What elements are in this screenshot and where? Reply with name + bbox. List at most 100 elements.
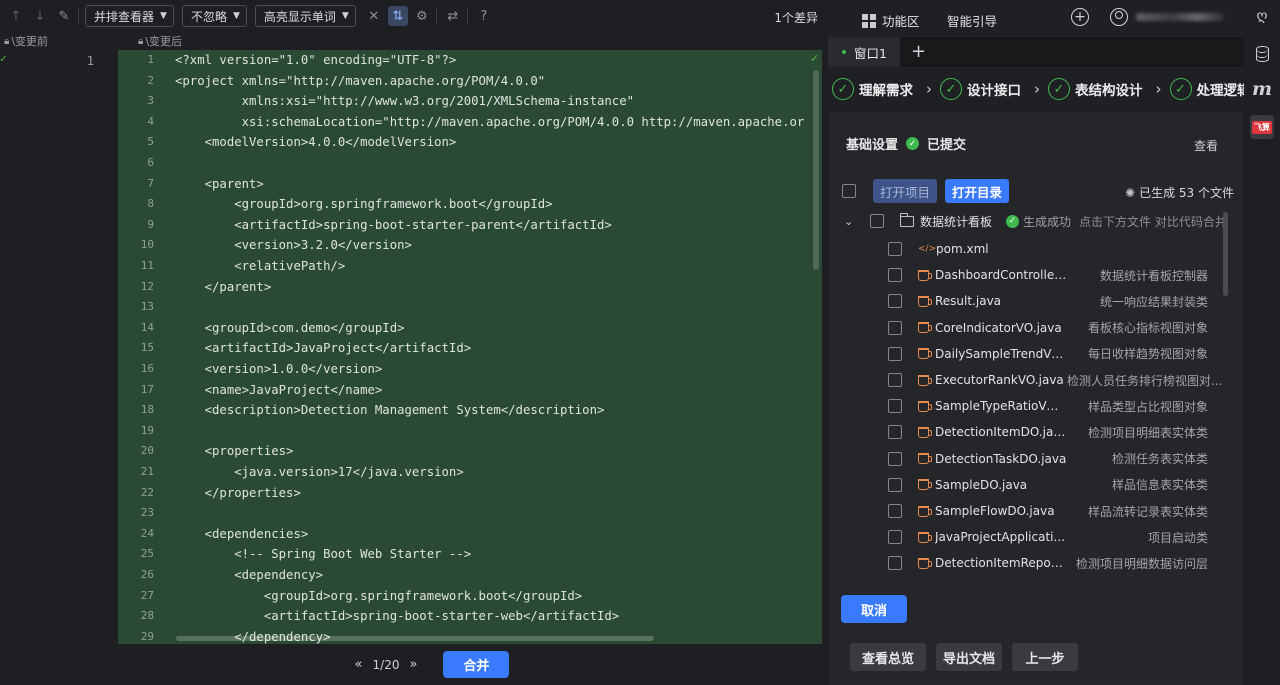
chevron-down-icon[interactable]: ⌄	[844, 215, 862, 228]
chat-icon[interactable]: ღ	[1252, 6, 1272, 26]
nav-func-area[interactable]: 功能区	[862, 11, 920, 30]
check-icon: ✓	[810, 52, 820, 65]
swap-icon[interactable]: ⇄	[443, 6, 463, 26]
file-name: pom.xml	[936, 242, 989, 256]
m-logo-icon[interactable]: m	[1252, 78, 1272, 100]
file-row[interactable]: Result.java 统一响应结果封装类	[888, 289, 1208, 313]
open-directory-button[interactable]: 打开目录	[945, 179, 1009, 203]
line-number: 16	[140, 362, 154, 375]
code-line: 13	[118, 297, 822, 318]
java-file-icon	[918, 531, 932, 543]
file-row[interactable]: CoreIndicatorVO.java 看板核心指标视图对象	[888, 316, 1208, 340]
previous-diff-icon[interactable]: «	[355, 657, 363, 672]
file-checkbox[interactable]	[888, 504, 902, 518]
open-project-button[interactable]: 打开项目	[873, 179, 937, 203]
pencil-icon[interactable]: ✎	[54, 6, 74, 26]
file-description: 统一响应结果封装类	[1099, 294, 1208, 309]
file-row[interactable]: SampleTypeRatioVO.ja... 样品类型占比视图对象	[888, 394, 1208, 418]
folder-checkbox[interactable]	[870, 214, 884, 228]
collapse-icon[interactable]: ✕	[364, 6, 384, 26]
after-label: \变更后	[145, 35, 183, 48]
file-checkbox[interactable]	[888, 556, 902, 571]
toolbar-divider	[78, 7, 79, 25]
file-description: 检测项目明细数据访问层	[1075, 556, 1208, 571]
file-row[interactable]: DashboardController.... 数据统计看板控制器	[888, 263, 1208, 287]
file-row[interactable]: DetectionItemReposit... 检测项目明细数据访问层	[888, 551, 1208, 575]
generated-count-label: 已生成 53 个文件	[1139, 186, 1234, 200]
step-understand[interactable]: ✓ 理解需求 ›	[832, 78, 936, 100]
overview-button[interactable]: 查看总览	[850, 643, 926, 671]
line-number: 10	[140, 238, 154, 252]
database-icon[interactable]	[1252, 44, 1272, 64]
step-label: 表结构设计	[1075, 83, 1143, 99]
line-number: 21	[140, 465, 154, 478]
export-doc-button[interactable]: 导出文档	[936, 643, 1002, 671]
code-line: 27 <groupId>org.springframework.boot</gr…	[118, 586, 822, 607]
toolbar-divider	[435, 7, 437, 25]
file-checkbox[interactable]	[888, 268, 902, 283]
diff-count: 1个差异	[774, 11, 818, 25]
file-checkbox[interactable]	[888, 425, 902, 440]
file-checkbox[interactable]	[888, 451, 902, 466]
java-file-icon	[918, 453, 932, 465]
highlight-select[interactable]: 高亮显示单词 ▼	[254, 5, 356, 27]
feisuan-icon[interactable]: 飞算	[1250, 115, 1274, 139]
sync-scroll-icon[interactable]: ⇅	[387, 6, 408, 26]
file-checkbox[interactable]	[888, 294, 902, 309]
line-number: 11	[140, 259, 154, 272]
step-label: 理解需求	[859, 83, 913, 99]
user-icon[interactable]	[1110, 8, 1128, 26]
step-design-api[interactable]: ✓ 设计接口 ›	[940, 78, 1044, 100]
ignore-select[interactable]: 不忽略 ▼	[181, 5, 247, 27]
file-checkbox[interactable]	[888, 530, 902, 545]
merge-button[interactable]: 合并	[443, 651, 510, 678]
file-row[interactable]: DetectionTaskDO.java 检测任务表实体类	[888, 447, 1208, 471]
arrow-up-icon[interactable]: ↑	[6, 6, 26, 26]
file-row[interactable]: JavaProjectApplicati... 项目启动类	[888, 525, 1208, 549]
line-number: 26	[140, 568, 154, 581]
file-row[interactable]: SampleFlowDO.java 样品流转记录表实体类	[888, 499, 1208, 523]
file-row[interactable]: </> pom.xml	[888, 237, 1208, 261]
add-tab-icon[interactable]: +	[911, 41, 926, 62]
viewer-select[interactable]: 并排查看器 ▼	[85, 5, 174, 27]
code-line: 14 <groupId>com.demo</groupId>	[118, 318, 822, 339]
file-checkbox[interactable]	[888, 477, 902, 492]
file-row[interactable]: ExecutorRankVO.java 检测人员任务排行榜视图对...	[888, 368, 1222, 392]
file-row[interactable]: SampleDO.java 样品信息表实体类	[888, 473, 1208, 497]
code-text: <properties>	[175, 444, 294, 459]
file-checkbox[interactable]	[888, 373, 902, 387]
tab-window-1[interactable]: 窗口1	[828, 37, 900, 67]
code-line: 2 <project xmlns="http://maven.apache.org…	[118, 71, 822, 92]
help-icon[interactable]: ?	[474, 6, 494, 26]
file-checkbox[interactable]	[888, 242, 902, 256]
view-link[interactable]: 查看	[1194, 137, 1218, 154]
previous-step-button[interactable]: 上一步	[1012, 643, 1078, 671]
select-all-checkbox[interactable]	[842, 184, 856, 198]
code-text: <groupId>org.springframework.boot</group…	[175, 197, 553, 212]
code-line: 26 <dependency>	[118, 565, 822, 586]
gear-icon[interactable]: ⚙	[412, 6, 432, 26]
step-table-design[interactable]: ✓ 表结构设计 ›	[1048, 78, 1166, 100]
tree-scrollbar[interactable]	[1223, 212, 1228, 296]
file-checkbox[interactable]	[888, 320, 902, 335]
nav-smart-guide[interactable]: 智能引导	[947, 11, 997, 30]
arrow-down-icon[interactable]: ↓	[30, 6, 50, 26]
left-editor[interactable]: ✓ 1	[0, 50, 118, 644]
step-logic[interactable]: ✓ 处理逻辑	[1169, 78, 1244, 100]
file-checkbox[interactable]	[888, 346, 902, 361]
viewer-select-label: 并排查看器	[94, 9, 155, 24]
line-number: 29	[140, 629, 154, 643]
vertical-scrollbar[interactable]	[813, 70, 819, 270]
cancel-button[interactable]: 取消	[841, 595, 907, 623]
file-row[interactable]: DailySampleTrendVO.j... 每日收样趋势视图对象	[888, 342, 1208, 366]
horizontal-scrollbar[interactable]	[176, 636, 654, 641]
file-description: 检测任务表实体类	[1111, 452, 1208, 467]
add-icon[interactable]: +	[1071, 8, 1089, 26]
check-circle-icon: ✓	[832, 78, 854, 100]
folder-row[interactable]: ⌄ 数据统计看板 ✓ 生成成功 点击下方文件 对比代码合并	[844, 210, 1227, 232]
file-row[interactable]: DetectionItemDO.java 检测项目明细表实体类	[888, 420, 1208, 444]
right-editor[interactable]: 1 <?xml version="1.0" encoding="UTF-8"?> 2…	[118, 50, 822, 644]
java-file-icon	[918, 269, 932, 281]
file-checkbox[interactable]	[888, 399, 902, 414]
next-diff-icon[interactable]: »	[409, 657, 417, 672]
